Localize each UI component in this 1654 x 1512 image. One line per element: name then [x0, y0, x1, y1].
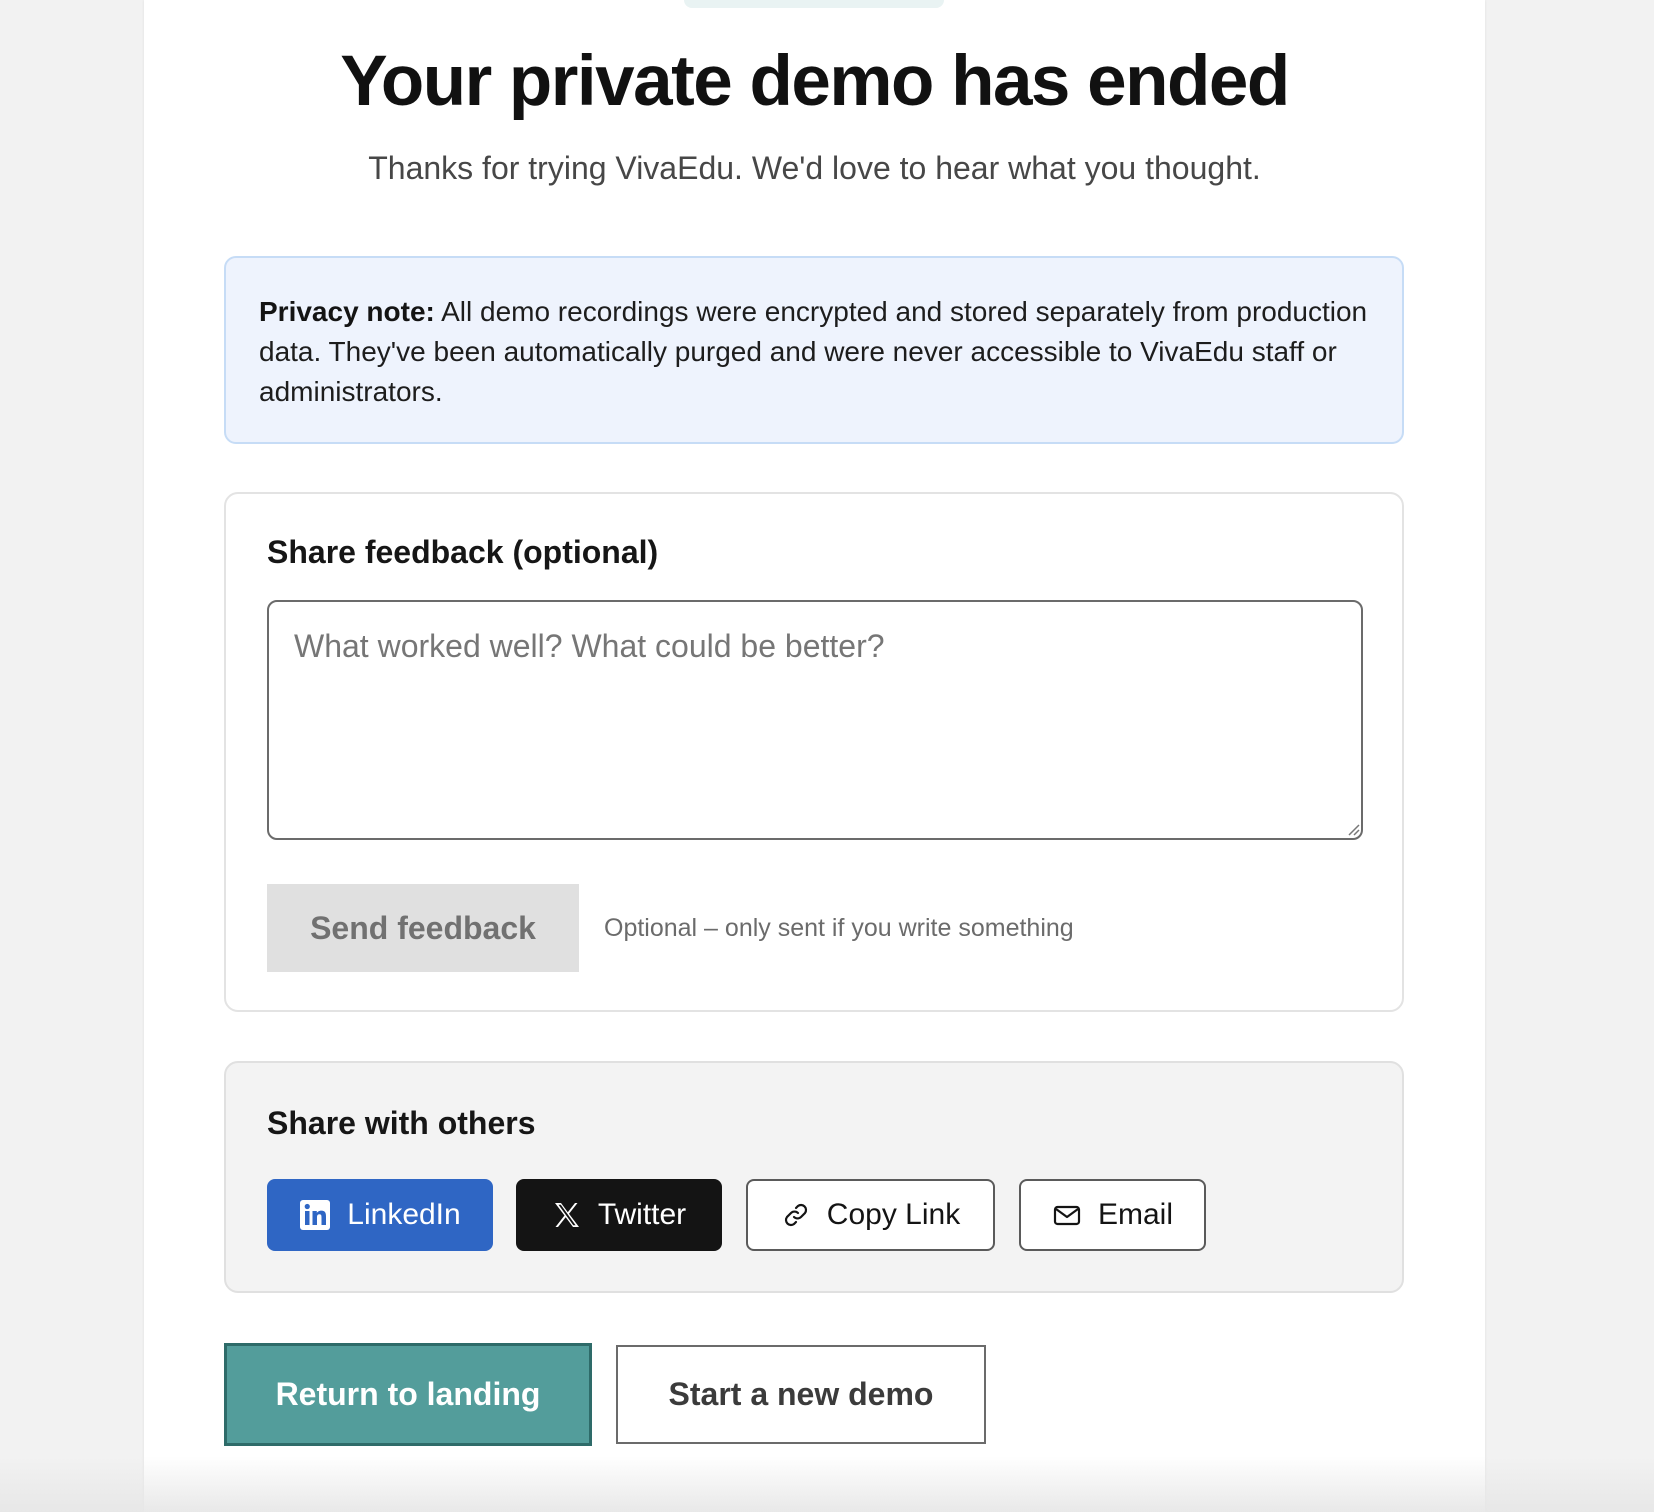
email-label: Email [1097, 1198, 1173, 1231]
top-banner-edge [684, 0, 944, 8]
linkedin-share-button[interactable]: LinkedIn [267, 1179, 493, 1251]
resize-grip-icon[interactable] [1346, 822, 1360, 836]
page-subtitle: Thanks for trying VivaEdu. We'd love to … [368, 150, 1261, 186]
email-share-button[interactable]: Email [1019, 1179, 1206, 1251]
privacy-note-label: Privacy note: [259, 296, 435, 327]
send-feedback-hint: Optional – only sent if you write someth… [604, 914, 1074, 942]
privacy-note: Privacy note: All demo recordings were e… [224, 256, 1404, 444]
feedback-card: Share feedback (optional) Send feedback … [224, 492, 1404, 1012]
mail-icon [1053, 1205, 1081, 1226]
return-to-landing-button[interactable]: Return to landing [224, 1343, 592, 1446]
feedback-title: Share feedback (optional) [267, 534, 659, 570]
copy-link-button[interactable]: Copy Link [746, 1179, 995, 1251]
link-icon [784, 1203, 807, 1227]
x-icon [554, 1203, 579, 1227]
share-card: Share with others LinkedIn Twitter Copy … [224, 1061, 1404, 1293]
feedback-textarea[interactable] [267, 600, 1363, 840]
page-title: Your private demo has ended [340, 42, 1290, 121]
share-title: Share with others [267, 1105, 536, 1141]
twitter-share-button[interactable]: Twitter [516, 1179, 722, 1251]
linkedin-icon [300, 1200, 331, 1230]
send-feedback-button[interactable]: Send feedback [267, 884, 579, 972]
linkedin-label: LinkedIn [347, 1198, 461, 1231]
twitter-label: Twitter [597, 1198, 687, 1231]
start-new-demo-button[interactable]: Start a new demo [616, 1345, 986, 1444]
copy-link-label: Copy Link [826, 1198, 961, 1231]
